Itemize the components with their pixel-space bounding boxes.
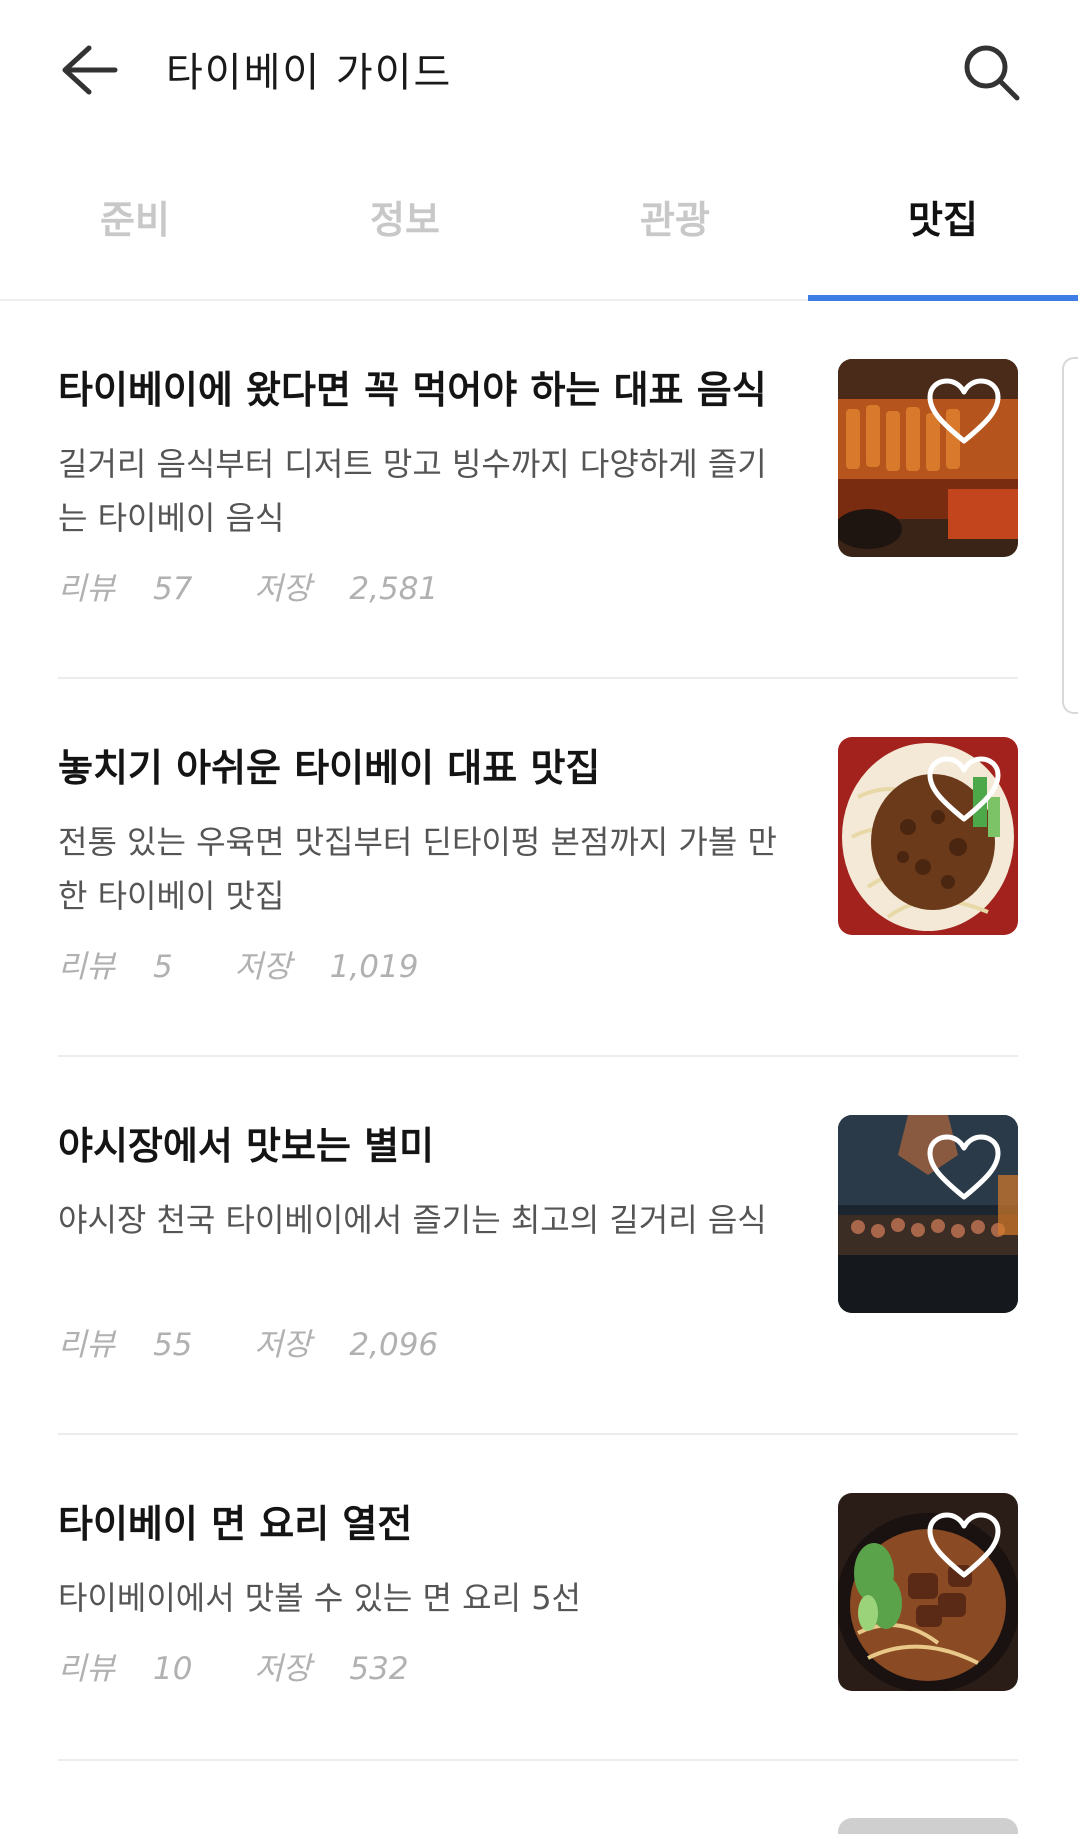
article-title: 놓치기 아쉬운 타이베이 대표 맛집 <box>58 746 601 790</box>
search-button[interactable] <box>955 36 1027 108</box>
back-button[interactable] <box>54 38 124 102</box>
article-title: 타이베이에 왔다면 꼭 먹어야 하는 대표 음식 <box>58 368 767 412</box>
article-description: 야시장 천국 타이베이에서 즐기는 최고의 길거리 음식 <box>58 1201 767 1239</box>
article-description: 길거리 음식부터 디저트 망고 빙수까지 다양하게 즐기는 타이베이 음식 <box>58 445 767 537</box>
tab-restaurants[interactable]: 맛집 <box>808 165 1078 299</box>
category-tabs: 준비 정보 관광 맛집 <box>0 165 1078 301</box>
tab-info[interactable]: 정보 <box>270 165 540 299</box>
skewers-street-food-image <box>838 359 1018 557</box>
tab-label: 관광 <box>640 198 710 242</box>
search-icon <box>964 45 1020 101</box>
favorite-button[interactable] <box>926 1133 1002 1203</box>
divider <box>58 1759 1018 1761</box>
save-count: 저장 532 <box>254 1651 409 1687</box>
next-item-thumbnail <box>838 1818 1018 1834</box>
tab-label: 준비 <box>100 198 170 242</box>
heart-icon <box>927 1512 1001 1578</box>
tab-sightseeing[interactable]: 관광 <box>540 165 810 299</box>
review-count: 리뷰 55 <box>58 1327 193 1363</box>
beef-noodle-soup-image <box>838 1493 1018 1691</box>
arrow-left-icon <box>62 45 118 95</box>
article-title: 타이베이 면 요리 열전 <box>58 1502 413 1546</box>
review-count: 리뷰 57 <box>58 571 193 607</box>
review-count: 리뷰 5 <box>58 949 173 985</box>
favorite-button[interactable] <box>926 755 1002 825</box>
save-count: 저장 1,019 <box>234 949 419 985</box>
list-item[interactable]: 타이베이에 왔다면 꼭 먹어야 하는 대표 음식 길거리 음식부터 디저트 망고… <box>58 301 1018 679</box>
favorite-button[interactable] <box>926 377 1002 447</box>
heart-icon <box>927 1134 1001 1200</box>
heart-icon <box>927 756 1001 822</box>
article-title: 야시장에서 맛보는 별미 <box>58 1124 435 1168</box>
heart-icon <box>927 378 1001 444</box>
list-item[interactable]: 야시장에서 맛보는 별미 야시장 천국 타이베이에서 즐기는 최고의 길거리 음… <box>58 1057 1018 1435</box>
save-count: 저장 2,581 <box>254 571 439 607</box>
article-meta: 리뷰 5 저장 1,019 <box>58 941 470 986</box>
article-meta: 리뷰 57 저장 2,581 <box>58 563 490 608</box>
article-meta: 리뷰 55 저장 2,096 <box>58 1319 490 1364</box>
save-count: 저장 2,096 <box>254 1327 439 1363</box>
article-description: 타이베이에서 맛볼 수 있는 면 요리 5선 <box>58 1579 581 1617</box>
list-item[interactable]: 타이베이 면 요리 열전 타이베이에서 맛볼 수 있는 면 요리 5선 리뷰 10… <box>58 1435 1018 1813</box>
tab-label: 맛집 <box>908 198 978 242</box>
review-count: 리뷰 10 <box>58 1651 193 1687</box>
scroll-handle[interactable] <box>1062 357 1078 714</box>
list-item[interactable]: 놓치기 아쉬운 타이베이 대표 맛집 전통 있는 우육면 맛집부터 딘타이펑 본… <box>58 679 1018 1057</box>
page-title: 타이베이 가이드 <box>166 50 453 96</box>
noodles-meat-sauce-image <box>838 737 1018 935</box>
article-meta: 리뷰 10 저장 532 <box>58 1643 461 1688</box>
tab-label: 정보 <box>370 198 440 242</box>
app-header: 타이베이 가이드 <box>0 0 1078 140</box>
article-description: 전통 있는 우육면 맛집부터 딘타이펑 본점까지 가볼 만한 타이베이 맛집 <box>58 823 777 915</box>
night-market-grill-image <box>838 1115 1018 1313</box>
tab-prep[interactable]: 준비 <box>0 165 270 299</box>
favorite-button[interactable] <box>926 1511 1002 1581</box>
